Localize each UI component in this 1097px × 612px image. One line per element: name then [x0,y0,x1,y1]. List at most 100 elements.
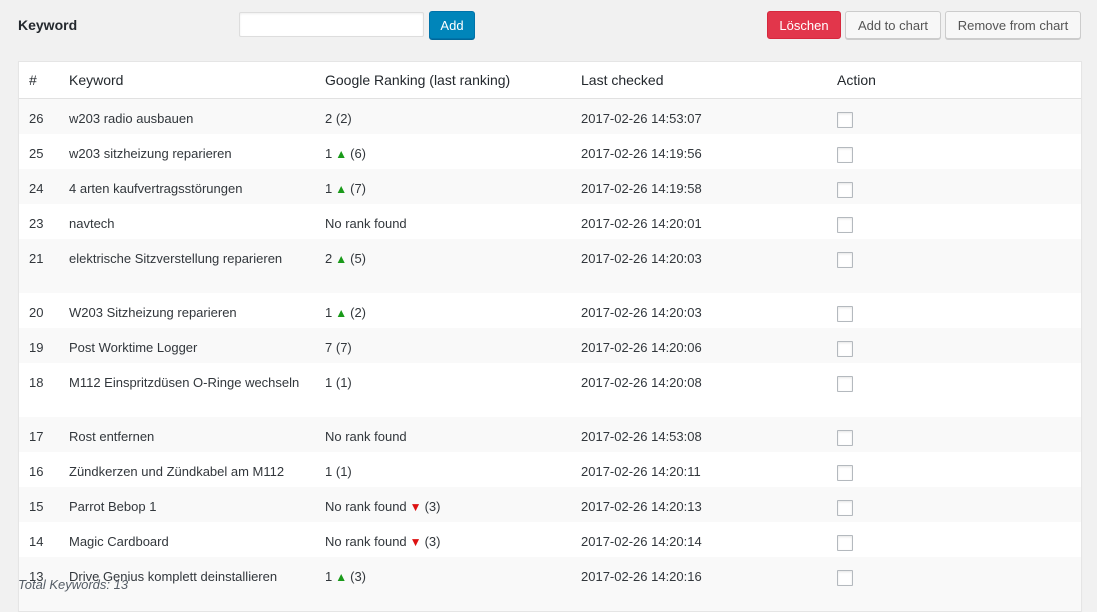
last-rank: (7) [350,180,367,196]
last-rank: (1) [335,374,352,390]
row-keyword: Parrot Bebop 1 [69,498,157,514]
row-number: 19 [29,339,44,355]
header-keyword[interactable]: Keyword [59,62,315,99]
row-action [827,417,1081,452]
header-num[interactable]: # [19,62,59,99]
row-action [827,293,1081,328]
row-action [827,239,1081,293]
table-header-row: # Keyword Google Ranking (last ranking) … [19,62,1081,99]
row-ranking: No rank found [315,417,571,452]
table-row: 25 w203 sitzheizung reparieren 1 ▲ (6) 2017-0… [19,134,1081,169]
row-select-checkbox[interactable] [837,375,853,392]
current-rank: No rank found [325,215,407,231]
current-rank: 2 [325,250,333,266]
row-action [827,487,1081,522]
row-ranking: 1 (1) [315,452,571,487]
table-row: 24 4 arten kaufvertragsstörungen 1 ▲ (7) 2017… [19,168,1081,204]
triangle-down-icon: ▼ [409,499,422,514]
row-number: 20 [29,304,44,320]
row-number: 17 [29,428,44,444]
row-select-checkbox[interactable] [837,216,853,233]
current-rank: 7 [325,339,333,355]
row-select-checkbox[interactable] [837,305,853,322]
row-select-checkbox[interactable] [837,569,853,586]
current-rank: 1 [325,568,333,584]
row-last-checked: 2017-02-26 14:20:06 [581,339,702,355]
row-action [827,522,1081,557]
total-keywords: Total Keywords: 13 [18,577,129,592]
row-keyword: elektrische Sitzverstellung reparieren [69,250,283,266]
row-last-checked: 2017-02-26 14:20:11 [581,463,701,479]
row-keyword: w203 radio ausbauen [69,110,194,126]
last-rank: (3) [424,498,441,514]
row-last-checked: 2017-02-26 14:20:08 [581,374,702,390]
keyword-input[interactable] [239,12,424,37]
row-number: 18 [29,374,44,390]
row-select-checkbox[interactable] [837,340,853,357]
row-ranking: 1 ▲ (2) [315,293,571,328]
row-number: 14 [29,533,44,549]
row-keyword: w203 sitzheizung reparieren [69,145,232,161]
row-last-checked: 2017-02-26 14:20:13 [581,498,702,514]
row-ranking: No rank found ▼ (3) [315,487,571,522]
last-rank: (3) [424,533,441,549]
row-last-checked: 2017-02-26 14:20:16 [581,568,702,584]
row-action [827,169,1081,204]
current-rank: 1 [325,304,333,320]
last-rank: (5) [350,250,367,266]
add-to-chart-button[interactable]: Add to chart [845,11,941,39]
row-number: 16 [29,463,44,479]
row-keyword: navtech [69,215,115,231]
table-row: 17 Rost entfernen No rank found 2017-02-26 … [19,416,1081,452]
row-ranking: 7 (7) [315,328,571,363]
table-row: 15 Parrot Bebop 1 No rank found ▼ (3) 2017-02… [19,486,1081,522]
table-row: 26 w203 radio ausbauen 2 (2) 2017-02-26 14:… [19,98,1081,134]
row-keyword: M112 Einspritzdüsen O-Ringe wechseln [69,374,300,390]
current-rank: No rank found [325,533,407,549]
row-select-checkbox[interactable] [837,111,853,128]
current-rank: No rank found [325,428,407,444]
row-number: 21 [29,250,44,266]
row-action [827,134,1081,169]
row-select-checkbox[interactable] [837,251,853,268]
row-keyword: Post Worktime Logger [69,339,198,355]
triangle-up-icon: ▲ [335,569,348,584]
current-rank: 2 [325,110,333,126]
row-select-checkbox[interactable] [837,429,853,446]
row-last-checked: 2017-02-26 14:20:03 [581,304,702,320]
row-ranking: 1 ▲ (3) [315,557,571,611]
row-select-checkbox[interactable] [837,181,853,198]
current-rank: No rank found [325,498,407,514]
table-row: 21 elektrische Sitzverstellung reparieren… [19,238,1081,293]
add-button[interactable]: Add [429,11,475,39]
row-last-checked: 2017-02-26 14:53:07 [581,110,702,126]
current-rank: 1 [325,145,333,161]
last-rank: (6) [350,145,367,161]
row-number: 23 [29,215,44,231]
triangle-up-icon: ▲ [335,146,348,161]
keyword-toolbar: Keyword Add Löschen Add to chart Remove … [0,0,1097,52]
row-last-checked: 2017-02-26 14:20:03 [581,250,702,266]
row-select-checkbox[interactable] [837,499,853,516]
row-last-checked: 2017-02-26 14:20:14 [581,533,702,549]
triangle-up-icon: ▲ [335,251,348,266]
header-action: Action [827,62,1081,99]
triangle-up-icon: ▲ [335,305,348,320]
delete-button[interactable]: Löschen [767,11,841,39]
header-ranking[interactable]: Google Ranking (last ranking) [315,62,571,99]
header-last-checked[interactable]: Last checked [571,62,827,99]
row-ranking: No rank found ▼ (3) [315,522,571,557]
row-keyword: 4 arten kaufvertragsstörungen [69,180,243,196]
table-row: 23 navtech No rank found 2017-02-26 14:20:0… [19,204,1081,239]
row-ranking: 1 (1) [315,363,571,417]
row-select-checkbox[interactable] [837,464,853,481]
row-select-checkbox[interactable] [837,534,853,551]
remove-from-chart-button[interactable]: Remove from chart [945,11,1081,39]
row-select-checkbox[interactable] [837,146,853,163]
row-action [827,328,1081,363]
row-action [827,557,1081,611]
row-number: 25 [29,145,44,161]
row-number: 24 [29,180,44,196]
row-ranking: 2 ▲ (5) [315,239,571,293]
row-keyword: Zündkerzen und Zündkabel am M112 [69,463,285,479]
